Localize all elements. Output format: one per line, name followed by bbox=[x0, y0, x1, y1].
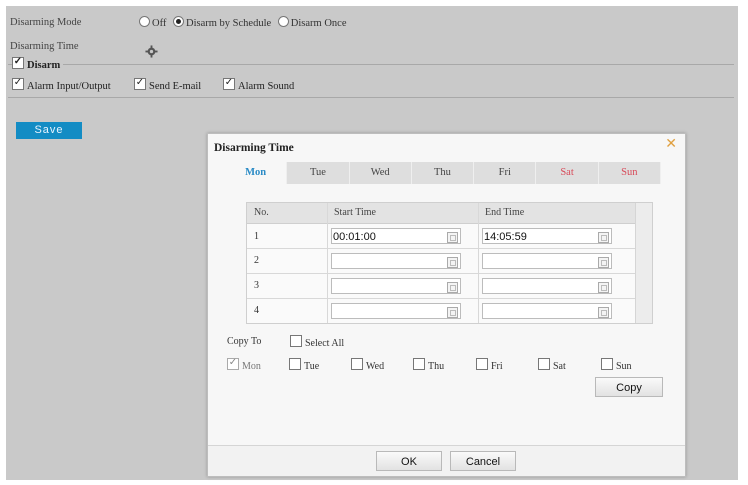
disarming-mode-label: Disarming Mode bbox=[10, 17, 82, 28]
disarming-time-label: Disarming Time bbox=[10, 41, 79, 52]
close-icon[interactable]: ✕ bbox=[665, 138, 677, 152]
send-email-label: Send E-mail bbox=[149, 81, 202, 92]
copy-fri-label: Fri bbox=[491, 361, 503, 372]
copy-sat-checkbox[interactable] bbox=[538, 358, 550, 370]
alarm-sound-checkbox[interactable] bbox=[223, 78, 235, 90]
copy-tue-checkbox[interactable] bbox=[289, 358, 301, 370]
clock-icon[interactable] bbox=[447, 257, 458, 268]
copy-mon-label: Mon bbox=[242, 361, 261, 372]
disarm-group-header: Disarm bbox=[12, 57, 64, 71]
copy-day-sun: Sun bbox=[601, 358, 632, 372]
schedule-table: No. Start Time End Time 1 00:01:00 14:05… bbox=[246, 202, 653, 324]
column-divider bbox=[478, 203, 479, 323]
row-divider bbox=[247, 298, 635, 299]
clock-icon[interactable] bbox=[447, 282, 458, 293]
copy-sat-label: Sat bbox=[553, 361, 566, 372]
copy-day-wed: Wed bbox=[351, 358, 384, 372]
divider bbox=[8, 97, 734, 98]
dialog-title: Disarming Time bbox=[214, 142, 294, 154]
select-all-label: Select All bbox=[305, 338, 345, 349]
row-divider bbox=[247, 273, 635, 274]
clock-icon[interactable] bbox=[447, 232, 458, 243]
copy-wed-label: Wed bbox=[366, 361, 385, 372]
header-start-time: Start Time bbox=[334, 207, 376, 218]
start-time-input[interactable] bbox=[331, 303, 461, 319]
clock-icon[interactable] bbox=[447, 307, 458, 318]
table-header: No. Start Time End Time bbox=[247, 203, 635, 224]
copy-day-mon: Mon bbox=[227, 358, 261, 372]
copy-day-sat: Sat bbox=[538, 358, 566, 372]
send-email-checkbox[interactable] bbox=[134, 78, 146, 90]
alarm-sound-item: Alarm Sound bbox=[223, 78, 294, 92]
tab-sat[interactable]: Sat bbox=[536, 162, 599, 184]
disarm-items: Alarm Input/Output bbox=[12, 78, 111, 92]
select-all-checkbox[interactable] bbox=[290, 335, 302, 347]
tab-tue[interactable]: Tue bbox=[287, 162, 350, 184]
save-button[interactable]: Save bbox=[16, 122, 82, 139]
copy-sun-checkbox[interactable] bbox=[601, 358, 613, 370]
copy-sun-label: Sun bbox=[616, 361, 632, 372]
radio-off-label: Off bbox=[152, 18, 167, 29]
disarming-mode-options: Off Disarm by Schedule Disarm Once bbox=[139, 16, 351, 29]
start-time-input[interactable]: 00:01:00 bbox=[331, 228, 461, 244]
column-divider bbox=[327, 203, 328, 323]
start-time-value: 00:01:00 bbox=[333, 231, 376, 243]
row-divider bbox=[247, 248, 635, 249]
alarm-io-checkbox[interactable] bbox=[12, 78, 24, 90]
row-number: 1 bbox=[254, 231, 259, 242]
tab-wed[interactable]: Wed bbox=[349, 162, 412, 184]
tab-sun[interactable]: Sun bbox=[598, 162, 661, 184]
start-time-input[interactable] bbox=[331, 253, 461, 269]
copy-to-label: Copy To bbox=[227, 336, 262, 347]
send-email-item: Send E-mail bbox=[134, 78, 201, 92]
radio-disarm-once-label: Disarm Once bbox=[290, 18, 347, 29]
alarm-sound-label: Alarm Sound bbox=[238, 81, 295, 92]
radio-off[interactable] bbox=[139, 16, 150, 27]
header-end-time: End Time bbox=[485, 207, 525, 218]
end-time-value: 14:05:59 bbox=[484, 231, 527, 243]
header-no: No. bbox=[254, 207, 269, 218]
end-time-input[interactable] bbox=[482, 253, 612, 269]
copy-wed-checkbox[interactable] bbox=[351, 358, 363, 370]
copy-day-thu: Thu bbox=[413, 358, 444, 372]
row-number: 4 bbox=[254, 305, 259, 316]
radio-disarm-once[interactable] bbox=[277, 16, 289, 27]
disarm-group-label: Disarm bbox=[27, 60, 61, 71]
end-time-input[interactable] bbox=[482, 278, 612, 294]
copy-tue-label: Tue bbox=[304, 361, 320, 372]
copy-day-fri: Fri bbox=[476, 358, 503, 372]
disarm-checkbox[interactable] bbox=[12, 57, 24, 69]
copy-mon-checkbox bbox=[227, 358, 239, 370]
ok-button[interactable]: OK bbox=[376, 451, 442, 471]
radio-disarm-by-schedule[interactable] bbox=[173, 16, 185, 27]
select-all-item: Select All bbox=[290, 335, 344, 349]
start-time-input[interactable] bbox=[331, 278, 461, 294]
copy-thu-checkbox[interactable] bbox=[413, 358, 425, 370]
day-tabs: Mon Tue Wed Thu Fri Sat Sun bbox=[225, 162, 661, 184]
clock-icon[interactable] bbox=[598, 307, 609, 318]
disarming-time-dialog: Disarming Time ✕ Mon Tue Wed Thu Fri Sat… bbox=[207, 133, 686, 477]
end-time-input[interactable]: 14:05:59 bbox=[482, 228, 612, 244]
copy-thu-label: Thu bbox=[428, 361, 445, 372]
clock-icon[interactable] bbox=[598, 232, 609, 243]
copy-day-tue: Tue bbox=[289, 358, 319, 372]
end-time-input[interactable] bbox=[482, 303, 612, 319]
copy-fri-checkbox[interactable] bbox=[476, 358, 488, 370]
table-scrollbar[interactable] bbox=[635, 203, 652, 323]
tab-fri[interactable]: Fri bbox=[474, 162, 537, 184]
tab-mon[interactable]: Mon bbox=[225, 162, 288, 184]
radio-disarm-by-schedule-label: Disarm by Schedule bbox=[186, 18, 272, 29]
clock-icon[interactable] bbox=[598, 257, 609, 268]
cancel-button[interactable]: Cancel bbox=[450, 451, 516, 471]
row-number: 2 bbox=[254, 255, 259, 266]
alarm-io-label: Alarm Input/Output bbox=[27, 81, 111, 92]
row-number: 3 bbox=[254, 280, 259, 291]
tab-thu[interactable]: Thu bbox=[411, 162, 475, 184]
clock-icon[interactable] bbox=[598, 282, 609, 293]
copy-button[interactable]: Copy bbox=[595, 377, 663, 397]
dialog-footer: OK Cancel bbox=[208, 445, 685, 476]
gear-icon[interactable] bbox=[145, 45, 158, 58]
divider bbox=[8, 64, 734, 65]
